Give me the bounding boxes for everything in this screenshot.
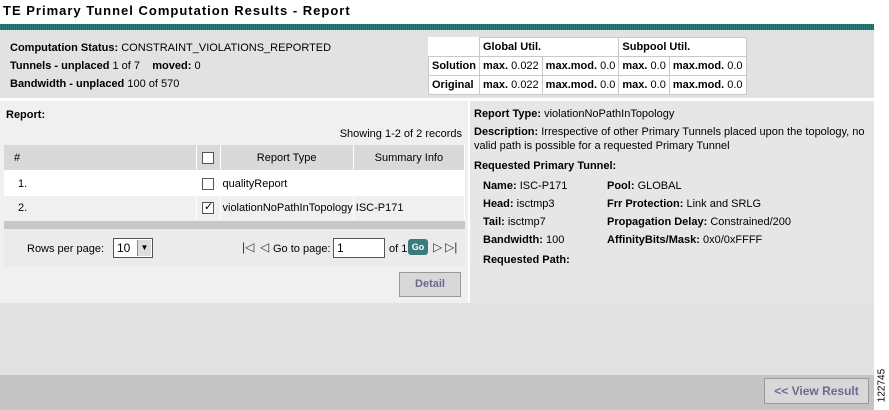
report-list-panel: Report: Showing 1-2 of 2 records # Repor… [0, 101, 468, 303]
go-button[interactable]: Go [408, 239, 428, 255]
report-table: # Report Type Summary Info 1. qualityRep… [4, 145, 466, 220]
goto-page-label: Go to page: [273, 243, 331, 255]
status-value: CONSTRAINT_VIOLATIONS_REPORTED [121, 42, 332, 54]
title-bar: TE Primary Tunnel Computation Results - … [0, 0, 874, 24]
status-line: Computation Status: CONSTRAINT_VIOLATION… [10, 42, 331, 54]
requested-path-label: Requested Path: [483, 254, 570, 266]
row-report-type[interactable]: violationNoPathInTopology [220, 196, 354, 220]
bandwidth-line: Bandwidth - unplaced 100 of 570 [10, 78, 179, 90]
row-summary-info [353, 172, 466, 196]
tunnels-value: 1 of 7 [112, 60, 141, 72]
figure-number: 122745 [876, 368, 888, 403]
util-row-label: Original [428, 75, 480, 95]
util-row-original: Original max. 0.022 max.mod. 0.0 max. 0.… [428, 75, 747, 95]
rows-per-page-label: Rows per page: [27, 243, 105, 255]
page-total: of 1 [389, 243, 408, 255]
row-checkbox[interactable] [202, 178, 214, 191]
moved-label: moved: [152, 60, 192, 72]
next-page-icon[interactable]: ▷ [433, 240, 442, 254]
tunnel-tail: Tail: isctmp7 [483, 216, 546, 228]
status-label: Computation Status: [10, 42, 119, 54]
report-type-line: Report Type: violationNoPathInTopology [474, 108, 675, 120]
bandwidth-label: Bandwidth - unplaced [10, 78, 125, 90]
report-type-value: violationNoPathInTopology [544, 108, 675, 120]
row-report-type[interactable]: qualityReport [220, 172, 354, 196]
table-header-row: # Report Type Summary Info [4, 145, 466, 170]
col-header-report-type[interactable]: Report Type [220, 145, 354, 170]
page-title: TE Primary Tunnel Computation Results - … [3, 3, 351, 18]
checkbox-icon[interactable] [202, 151, 214, 164]
table-row[interactable]: 2. violationNoPathInTopology ISC-P171 [4, 196, 466, 220]
report-window: TE Primary Tunnel Computation Results - … [0, 0, 874, 410]
row-number: 1. [4, 172, 197, 196]
chevron-down-icon[interactable]: ▼ [137, 240, 151, 256]
utilization-table: Global Util. Subpool Util. Solution max.… [428, 37, 747, 95]
pagination-bar: Rows per page: 10 ▼ |◁ ◁ Go to page: 1 o… [4, 229, 465, 267]
table-row[interactable]: 1. qualityReport [4, 172, 466, 196]
col-header-num: # [4, 145, 197, 170]
bandwidth-value: 100 of 570 [127, 78, 180, 90]
goto-page-input[interactable]: 1 [333, 238, 385, 258]
tunnel-pool: Pool: GLOBAL [607, 180, 682, 192]
last-page-icon[interactable]: ▷| [445, 240, 457, 254]
moved-value: 0 [194, 60, 201, 72]
tunnel-bandwidth: Bandwidth: 100 [483, 234, 565, 246]
report-heading: Report: [6, 109, 46, 121]
tunnel-name: Name: ISC-P171 [483, 180, 568, 192]
tunnels-label: Tunnels - unplaced [10, 60, 110, 72]
global-util-header: Global Util. [478, 37, 620, 57]
row-summary-info: ISC-P171 [353, 196, 466, 220]
util-row-label: Solution [428, 56, 480, 76]
tunnels-line: Tunnels - unplaced 1 of 7 moved: 0 [10, 60, 201, 72]
tunnel-frr-protection: Frr Protection: Link and SRLG [607, 198, 762, 210]
report-detail-panel: Report Type: violationNoPathInTopology D… [470, 101, 874, 303]
col-header-summary-info[interactable]: Summary Info [353, 145, 466, 170]
table-scrollbar[interactable] [4, 221, 465, 229]
description: Description: Irrespective of other Prima… [474, 126, 865, 152]
prev-page-icon[interactable]: ◁ [260, 240, 269, 254]
subpool-util-header: Subpool Util. [618, 37, 747, 57]
content-spacer [0, 303, 874, 375]
rows-per-page-select[interactable]: 10 ▼ [113, 238, 153, 258]
footer-bar: << View Result [0, 375, 874, 410]
tunnel-propagation-delay: Propagation Delay: Constrained/200 [607, 216, 792, 228]
row-checkbox[interactable] [202, 200, 214, 215]
detail-button[interactable]: Detail [399, 272, 461, 297]
tunnel-affinity: AffinityBits/Mask: 0x0/0xFFFF [607, 234, 763, 246]
util-row-solution: Solution max. 0.022 max.mod. 0.0 max. 0.… [428, 56, 747, 76]
first-page-icon[interactable]: |◁ [242, 240, 254, 254]
select-all-checkbox[interactable] [196, 145, 221, 170]
view-result-button[interactable]: << View Result [764, 378, 869, 404]
tunnel-head: Head: isctmp3 [483, 198, 555, 210]
requested-tunnel-heading: Requested Primary Tunnel: [474, 160, 617, 172]
record-count: Showing 1-2 of 2 records [339, 128, 462, 140]
row-number: 2. [4, 196, 197, 220]
